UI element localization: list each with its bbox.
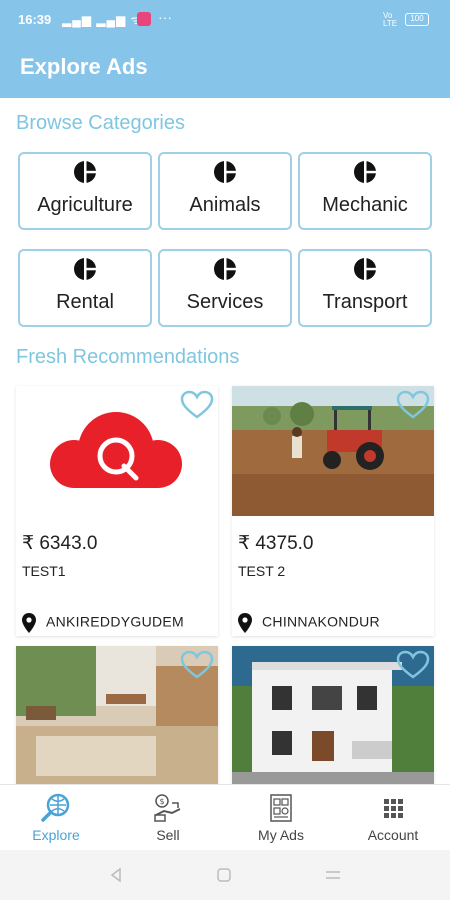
volte-icon: Vo LTE (383, 11, 398, 28)
category-icon (214, 161, 236, 183)
status-time: 16:39 (18, 12, 52, 27)
explore-icon (41, 793, 70, 822)
category-icon (74, 161, 96, 183)
ad-location: ANKIREDDYGUDEM (22, 613, 184, 633)
ad-card[interactable] (232, 646, 434, 784)
nav-account[interactable]: Account (337, 785, 449, 851)
signal-icon: ▂▄▆ ▂▄▆ ᯤ (62, 13, 143, 27)
category-animals[interactable]: Animals (158, 152, 292, 230)
favorite-icon[interactable] (396, 390, 430, 420)
battery-icon: 100 (405, 13, 429, 26)
location-pin-icon (238, 613, 252, 633)
system-navigation-bar (0, 850, 450, 900)
category-label: Rental (56, 291, 114, 313)
category-icon (74, 258, 96, 280)
status-bar: 16:39 ▂▄▆ ▂▄▆ ᯤ ··· Vo LTE 100 (0, 0, 450, 40)
account-icon (384, 799, 403, 818)
sell-icon: $ (154, 794, 181, 822)
category-mechanic[interactable]: Mechanic (298, 152, 432, 230)
svg-text:$: $ (160, 797, 165, 806)
app-bar: Explore Ads (0, 40, 450, 98)
category-transport[interactable]: Transport (298, 249, 432, 327)
battery-level: 100 (410, 14, 424, 23)
category-rental[interactable]: Rental (18, 249, 152, 327)
favorite-icon[interactable] (180, 390, 214, 420)
location-pin-icon (22, 613, 36, 633)
ad-location: CHINNAKONDUR (238, 613, 380, 633)
home-icon[interactable] (216, 867, 232, 883)
nav-sell[interactable]: $ Sell (112, 785, 224, 851)
category-label: Animals (189, 194, 261, 216)
ad-price: ₹ 4375.0 (238, 533, 314, 554)
ad-title: TEST1 (22, 563, 66, 579)
category-icon (214, 258, 236, 280)
nav-my-ads[interactable]: My Ads (225, 785, 337, 851)
category-agriculture[interactable]: Agriculture (18, 152, 152, 230)
more-notifications-icon: ··· (158, 9, 172, 25)
ad-card[interactable]: ₹ 6343.0 TEST1 ANKIREDDYGUDEM (16, 386, 218, 636)
browse-categories-title: Browse Categories (16, 112, 185, 134)
category-label: Mechanic (322, 194, 408, 216)
nav-label: My Ads (258, 827, 304, 843)
favorite-icon[interactable] (180, 650, 214, 680)
category-label: Transport (322, 291, 408, 313)
favorite-icon[interactable] (396, 650, 430, 680)
page-title: Explore Ads (20, 54, 148, 79)
menu-icon[interactable] (324, 867, 342, 883)
my-ads-icon (270, 794, 292, 822)
main-content[interactable]: Browse Categories Agriculture Animals Me… (0, 98, 450, 784)
back-icon[interactable] (108, 867, 124, 883)
ad-location-text: CHINNAKONDUR (262, 613, 380, 630)
nav-label: Sell (156, 827, 180, 843)
notification-icon (137, 12, 151, 26)
nav-label: Account (367, 827, 419, 843)
bottom-navigation: Explore $ Sell My Ads Account (0, 784, 450, 850)
category-icon (354, 161, 376, 183)
ad-title: TEST 2 (238, 563, 286, 579)
category-services[interactable]: Services (158, 249, 292, 327)
nav-label: Explore (32, 827, 80, 843)
ad-card[interactable]: ₹ 4375.0 TEST 2 CHINNAKONDUR (232, 386, 434, 636)
fresh-recommendations-title: Fresh Recommendations (16, 346, 240, 368)
ad-price: ₹ 6343.0 (22, 533, 98, 554)
ad-location-text: ANKIREDDYGUDEM (46, 613, 184, 630)
category-label: Services (186, 291, 264, 313)
category-label: Agriculture (37, 194, 133, 216)
nav-explore[interactable]: Explore (0, 785, 112, 851)
ad-card[interactable] (16, 646, 218, 784)
category-icon (354, 258, 376, 280)
